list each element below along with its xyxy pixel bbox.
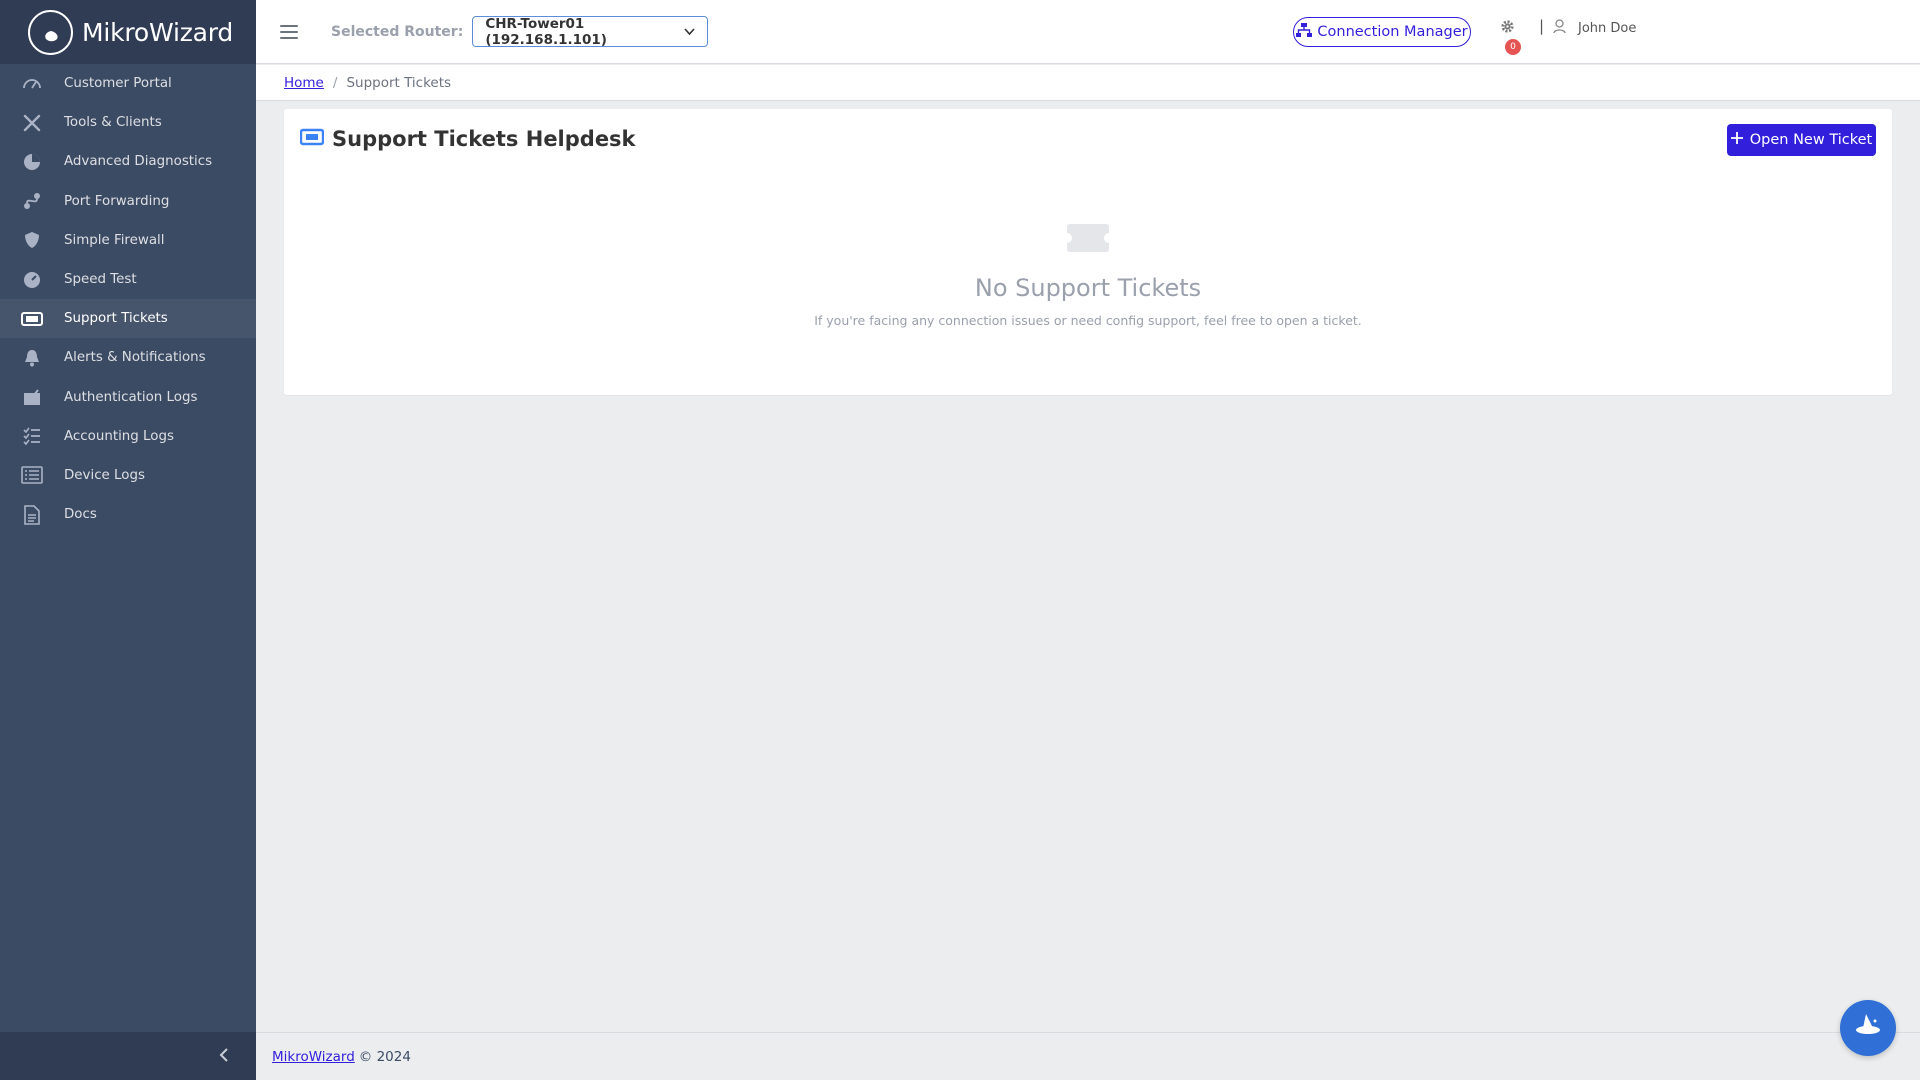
sidebar-item-label: Authentication Logs xyxy=(64,389,198,405)
network-icon xyxy=(1296,23,1313,41)
breadcrumb-separator: / xyxy=(332,74,338,91)
empty-state-title: No Support Tickets xyxy=(974,274,1202,302)
breadcrumb-home-link[interactable]: Home xyxy=(284,75,324,91)
header-divider: | xyxy=(1539,17,1545,35)
sidebar-item-simple-firewall[interactable]: Simple Firewall xyxy=(0,221,256,260)
settings-button[interactable]: 0 xyxy=(1493,17,1523,59)
list-icon xyxy=(21,464,43,486)
sidebar-collapse-button[interactable] xyxy=(0,1032,256,1080)
sidebar-item-docs[interactable]: Docs xyxy=(0,495,256,534)
wizard-hat-logo-icon xyxy=(28,9,73,55)
sidebar-item-label: Device Logs xyxy=(64,467,145,483)
menu-toggle-icon[interactable] xyxy=(280,24,298,39)
footer-copyright: © 2024 xyxy=(358,1048,411,1065)
sidebar-item-advanced-diagnostics[interactable]: Advanced Diagnostics xyxy=(0,142,256,181)
speedometer-icon xyxy=(21,73,43,95)
sidebar-item-label: Advanced Diagnostics xyxy=(64,154,213,170)
sidebar-item-authentication-logs[interactable]: Authentication Logs xyxy=(0,378,256,417)
empty-state-subtitle: If you're facing any connection issues o… xyxy=(814,313,1362,328)
router-select[interactable]: CHR-Tower01 (192.168.1.101) xyxy=(472,15,709,48)
brand-name: MikroWizard xyxy=(82,17,234,47)
inbox-check-icon xyxy=(21,386,43,408)
tools-icon xyxy=(21,112,43,134)
user-name: John Doe xyxy=(1578,21,1637,36)
sidebar-item-label: Support Tickets xyxy=(64,311,168,327)
sidebar-item-label: Accounting Logs xyxy=(64,428,174,444)
brand[interactable]: MikroWizard xyxy=(0,0,256,64)
sidebar: MikroWizard Customer Portal Tools & Clie… xyxy=(0,0,256,1080)
gauge-icon xyxy=(21,269,43,291)
sidebar-item-label: Alerts & Notifications xyxy=(64,350,206,366)
page-title-text: Support Tickets Helpdesk xyxy=(332,127,636,151)
header: Selected Router: CHR-Tower01 (192.168.1.… xyxy=(256,0,1920,64)
sidebar-item-label: Tools & Clients xyxy=(64,115,162,131)
user-icon xyxy=(1553,19,1566,38)
connection-manager-button[interactable]: Connection Manager xyxy=(1293,17,1471,47)
empty-ticket-icon xyxy=(1066,223,1110,257)
sidebar-item-support-tickets[interactable]: Support Tickets xyxy=(0,299,256,339)
list-check-icon xyxy=(21,425,43,447)
sidebar-item-tools-clients[interactable]: Tools & Clients xyxy=(0,103,256,142)
sidebar-item-accounting-logs[interactable]: Accounting Logs xyxy=(0,417,256,456)
wizard-hat-icon xyxy=(1853,1012,1883,1044)
chevron-down-icon xyxy=(684,24,695,40)
sidebar-item-label: Simple Firewall xyxy=(64,232,165,248)
breadcrumb: Home / Support Tickets xyxy=(256,65,1920,101)
sidebar-item-port-forwarding[interactable]: Port Forwarding xyxy=(0,182,256,221)
sidebar-item-speed-test[interactable]: Speed Test xyxy=(0,260,256,299)
chart-pie-icon xyxy=(21,151,43,173)
router-label: Selected Router: xyxy=(331,23,464,40)
open-new-ticket-label: Open New Ticket xyxy=(1749,132,1873,148)
open-new-ticket-button[interactable]: Open New Ticket xyxy=(1727,124,1876,156)
bell-icon xyxy=(21,347,43,369)
route-icon xyxy=(21,190,43,212)
sidebar-item-device-logs[interactable]: Device Logs xyxy=(0,456,256,495)
gear-icon xyxy=(1500,19,1515,38)
ticket-icon xyxy=(299,128,325,150)
sidebar-item-customer-portal[interactable]: Customer Portal xyxy=(0,64,256,103)
support-tickets-card: Support Tickets Helpdesk Open New Ticket… xyxy=(284,109,1892,395)
chevron-left-icon xyxy=(218,1047,230,1066)
sidebar-nav: Customer Portal Tools & Clients Advanced… xyxy=(0,64,256,534)
user-menu[interactable]: John Doe xyxy=(1553,19,1636,38)
router-select-value: CHR-Tower01 (192.168.1.101) xyxy=(485,15,607,48)
footer-brand-link[interactable]: MikroWizard xyxy=(272,1049,355,1065)
help-wizard-button[interactable] xyxy=(1840,1000,1896,1056)
sidebar-item-alerts-notifications[interactable]: Alerts & Notifications xyxy=(0,338,256,377)
sidebar-item-label: Port Forwarding xyxy=(64,193,170,209)
plus-icon xyxy=(1730,132,1743,148)
ticket-icon xyxy=(21,308,43,330)
shield-icon xyxy=(21,229,43,251)
sidebar-item-label: Docs xyxy=(64,507,97,523)
document-icon xyxy=(21,504,43,526)
footer: MikroWizard © 2024 xyxy=(256,1032,1920,1080)
sidebar-item-label: Customer Portal xyxy=(64,76,172,92)
breadcrumb-current: Support Tickets xyxy=(346,74,452,91)
sidebar-item-label: Speed Test xyxy=(64,272,137,288)
page-title: Support Tickets Helpdesk xyxy=(299,127,636,151)
connection-manager-label: Connection Manager xyxy=(1317,24,1468,40)
notification-badge: 0 xyxy=(1505,39,1521,55)
